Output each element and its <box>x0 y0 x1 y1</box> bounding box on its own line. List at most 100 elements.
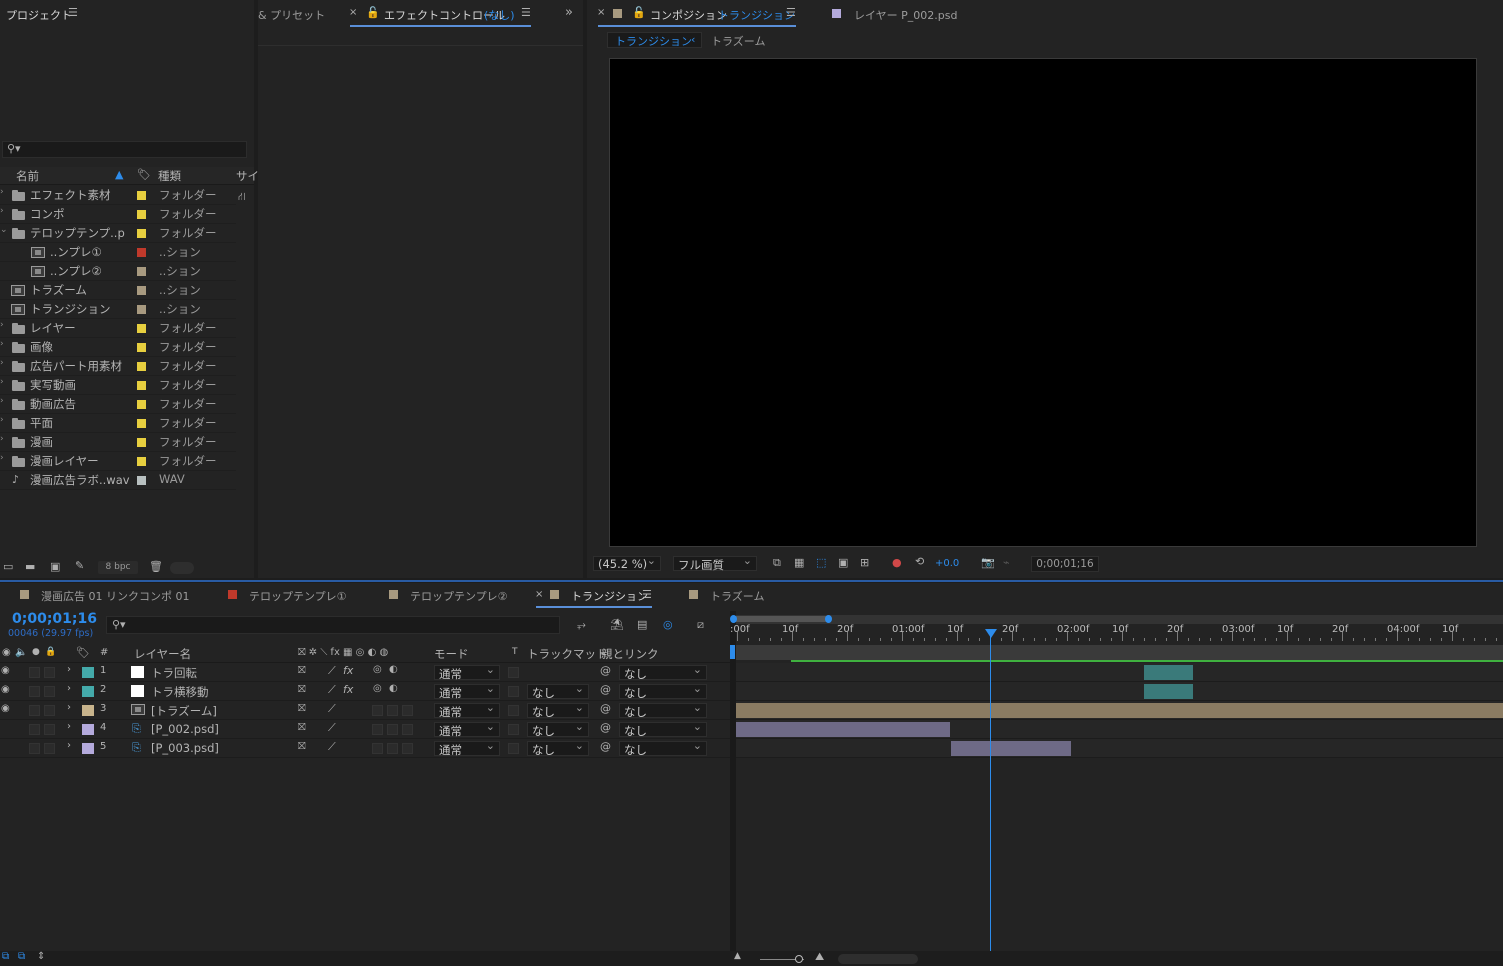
solo-toggle[interactable] <box>29 667 40 678</box>
visibility-eye-icon[interactable]: ◉ <box>1 684 10 695</box>
chevron-right-icon[interactable]: › <box>0 320 4 330</box>
region-of-interest-icon[interactable]: ▣ <box>838 556 848 569</box>
solo-toggle[interactable] <box>29 724 40 735</box>
transfer-controls-toggle-icon[interactable]: ⧉ <box>18 951 25 962</box>
project-item[interactable]: トランジション ..ション <box>0 300 236 319</box>
close-icon[interactable]: × <box>597 7 605 18</box>
expand-layer-chevron[interactable]: › <box>67 683 71 694</box>
shy-switch-icon[interactable]: ⛝ <box>298 684 306 695</box>
adjust-icon[interactable]: ✎ <box>75 559 84 572</box>
chevron-right-icon[interactable]: › <box>0 358 4 368</box>
work-area-start-marker[interactable] <box>730 645 735 659</box>
panel-menu-icon[interactable]: ☰ <box>786 6 796 19</box>
panel-menu-icon[interactable]: ☰ <box>642 588 652 601</box>
fx-switch-icon[interactable]: fx <box>343 683 353 696</box>
bpc-button[interactable]: 8 bpc <box>98 561 138 574</box>
layer-duration-bar[interactable] <box>1144 665 1193 680</box>
layer-name[interactable]: [P_003.psd] <box>151 741 219 755</box>
project-item[interactable]: › 漫画 フォルダー <box>0 433 236 452</box>
transparency-grid-icon[interactable]: ▦ <box>794 556 804 569</box>
lock-toggle[interactable] <box>44 705 55 716</box>
layer-label-swatch[interactable] <box>82 667 94 678</box>
blend-mode-dropdown[interactable]: 通常 <box>434 663 500 681</box>
show-snapshot-icon[interactable]: ⌁ <box>1003 556 1010 569</box>
current-time[interactable]: 0;00;01;16 <box>12 611 97 627</box>
blend-mode-dropdown[interactable]: 通常 <box>434 720 500 738</box>
lock-toggle[interactable] <box>44 667 55 678</box>
panel-divider[interactable] <box>0 580 1503 582</box>
snapshot-icon[interactable]: 📷 <box>981 556 995 569</box>
panel-menu-icon[interactable]: ☰ <box>521 6 531 19</box>
lock-toggle[interactable] <box>44 724 55 735</box>
blend-mode-dropdown[interactable]: 通常 <box>434 739 500 757</box>
quality-switch-icon[interactable]: ⟋ <box>328 702 336 716</box>
quality-switch-icon[interactable]: ⟋ <box>328 664 336 678</box>
project-item[interactable]: › コンポ フォルダー <box>0 205 236 224</box>
label-color-swatch[interactable] <box>137 248 146 257</box>
lock-toggle[interactable] <box>44 743 55 754</box>
column-size-header[interactable]: サイ <box>236 168 259 184</box>
column-layer-name-header[interactable]: レイヤー名 <box>134 646 191 662</box>
lock-icon[interactable]: 🔓 <box>366 6 380 19</box>
track-matte-dropdown[interactable]: なし <box>527 682 589 700</box>
quality-switch-icon[interactable]: ⟋ <box>328 721 336 735</box>
magnification-dropdown[interactable]: (45.2 %) <box>593 554 661 571</box>
project-item[interactable]: › 画像 フォルダー <box>0 338 236 357</box>
parent-dropdown[interactable]: なし <box>619 663 707 681</box>
label-color-swatch[interactable] <box>137 476 146 485</box>
label-color-swatch[interactable] <box>137 305 146 314</box>
solo-toggle[interactable] <box>29 743 40 754</box>
timeline-layer-row[interactable]: ◉ › 1 トラ回転 ⛝ ⟋ fx ◎ ◐ 通常 @ なし <box>0 663 730 682</box>
project-search-input[interactable]: ⚲▾ <box>2 141 247 158</box>
timeline-layer-row[interactable]: ◉ › 2 トラ横移動 ⛝ ⟋ fx ◎ ◐ 通常 なし @ なし <box>0 682 730 701</box>
solo-toggle[interactable] <box>29 686 40 697</box>
layer-label-swatch[interactable] <box>82 705 94 716</box>
project-tab[interactable]: プロジェクト <box>6 7 72 23</box>
switch-box[interactable] <box>372 724 383 735</box>
quality-switch-icon[interactable]: ⟋ <box>328 683 336 697</box>
column-type-header[interactable]: 種類 <box>158 168 181 184</box>
project-item[interactable]: ⌄ テロップテンプ..p フォルダー <box>0 224 236 243</box>
breadcrumb-next[interactable]: トラズーム <box>711 33 765 49</box>
layer-name[interactable]: トラ回転 <box>151 665 197 681</box>
expand-layer-chevron[interactable]: › <box>67 740 71 751</box>
label-color-swatch[interactable] <box>137 324 146 333</box>
effects-presets-tab[interactable]: & プリセット <box>258 7 325 23</box>
close-icon[interactable]: × <box>535 589 543 600</box>
blend-mode-dropdown[interactable]: 通常 <box>434 701 500 719</box>
work-area-start-handle[interactable] <box>730 615 737 623</box>
parent-dropdown[interactable]: なし <box>619 739 707 757</box>
layer-name[interactable]: トラ横移動 <box>151 684 209 700</box>
chevron-right-icon[interactable]: › <box>0 396 4 406</box>
label-color-swatch[interactable] <box>137 210 146 219</box>
adjustment-layer-switch-icon[interactable]: ◐ <box>389 683 398 694</box>
quality-switch-icon[interactable]: ⟋ <box>328 740 336 754</box>
switch-box[interactable] <box>402 705 413 716</box>
label-color-swatch[interactable] <box>137 362 146 371</box>
layer-duration-bar[interactable] <box>951 741 1071 756</box>
preserve-transparency-toggle[interactable] <box>508 743 519 754</box>
track-matte-dropdown[interactable]: なし <box>527 739 589 757</box>
label-color-swatch[interactable] <box>137 267 146 276</box>
trash-icon[interactable]: 🗑 <box>149 560 163 573</box>
work-area-end-handle[interactable] <box>825 615 832 623</box>
timeline-layer-row[interactable]: › 5 ⎘ [P_003.psd] ⛝ ⟋ 通常 なし @ なし <box>0 739 730 758</box>
parent-pickwhip-icon[interactable]: @ <box>600 740 611 753</box>
preserve-transparency-toggle[interactable] <box>508 724 519 735</box>
shy-switch-icon[interactable]: ⛝ <box>298 665 306 676</box>
breadcrumb-current[interactable]: トランジション <box>615 33 692 49</box>
resolution-dropdown[interactable]: フル画質 <box>673 554 757 572</box>
in-out-toggle-icon[interactable]: ⇕ <box>37 951 45 962</box>
current-time-display[interactable]: 0;00;01;16 <box>1031 556 1099 572</box>
shy-switch-icon[interactable]: ⛝ <box>298 722 306 733</box>
interpret-footage-icon[interactable]: ▭ <box>3 560 13 573</box>
preserve-transparency-toggle[interactable] <box>508 686 519 697</box>
guides-icon[interactable]: ⊞ <box>860 556 869 569</box>
project-item[interactable]: ..ンプレ① ..ション <box>0 243 236 262</box>
panel-menu-icon[interactable]: ☰ <box>68 6 78 19</box>
adjustment-layer-switch-icon[interactable]: ◐ <box>389 664 398 675</box>
switch-box[interactable] <box>387 724 398 735</box>
project-item[interactable]: トラズーム ..ション <box>0 281 236 300</box>
timeline-horizontal-scrollbar[interactable] <box>838 954 918 964</box>
parent-dropdown[interactable]: なし <box>619 682 707 700</box>
